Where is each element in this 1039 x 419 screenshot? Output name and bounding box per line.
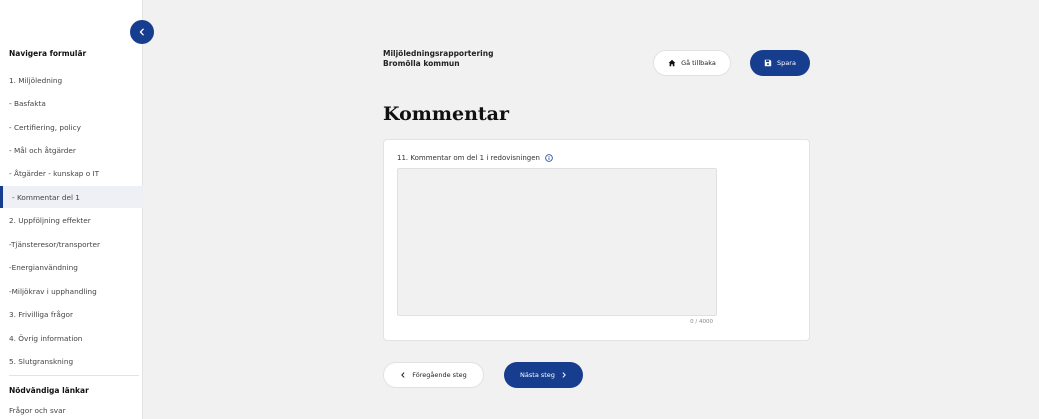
link-fragor-och-svar[interactable]: Frågor och svar — [0, 399, 143, 419]
character-counter: 0 / 4000 — [690, 319, 713, 325]
sidebar-item-uppfoljning[interactable]: 2. Uppföljning effekter — [0, 209, 143, 231]
next-step-label: Nästa steg — [520, 371, 555, 379]
comment-card: 11. Kommentar om del 1 i redovisningen 0… — [383, 139, 810, 341]
sidebar-heading: Navigera formulär — [9, 49, 87, 58]
chevron-right-icon — [562, 372, 566, 378]
chevron-left-icon — [401, 372, 405, 378]
sidebar-item-atgarder-kunskap[interactable]: - Åtgärder - kunskap o IT — [0, 162, 143, 184]
sidebar-divider — [9, 375, 139, 376]
sidebar-item-energianvandning[interactable]: -Energianvändning — [0, 256, 143, 278]
organization-name: Bromölla kommun — [383, 59, 460, 68]
sidebar-item-label: -Miljökrav i upphandling — [9, 286, 97, 296]
sidebar-item-mal-och-atgarder[interactable]: - Mål och åtgärder — [0, 139, 143, 161]
sidebar-item-label: - Åtgärder - kunskap o IT — [9, 168, 100, 178]
form-name: Miljöledningsrapportering — [383, 49, 494, 58]
sidebar-item-label: - Mål och åtgärder — [9, 145, 76, 155]
previous-step-label: Föregående steg — [412, 371, 467, 379]
sidebar-item-label: 3. Frivilliga frågor — [9, 309, 73, 319]
sidebar-item-frivilliga-fragor[interactable]: 3. Frivilliga frågor — [0, 303, 143, 325]
sidebar-item-basfakta[interactable]: - Basfakta — [0, 92, 143, 114]
sidebar-item-label: -Tjänsteresor/transporter — [9, 239, 100, 249]
save-icon — [764, 59, 772, 67]
next-step-button[interactable]: Nästa steg — [504, 362, 583, 388]
comment-textarea[interactable] — [397, 168, 717, 316]
go-back-button[interactable]: Gå tillbaka — [653, 50, 731, 76]
previous-step-button[interactable]: Föregående steg — [383, 362, 484, 388]
sidebar-item-ovrig-information[interactable]: 4. Övrig information — [0, 327, 143, 349]
sidebar-item-label: 2. Uppföljning effekter — [9, 215, 91, 225]
comment-field-label: 11. Kommentar om del 1 i redovisningen — [397, 154, 553, 162]
chevron-left-icon — [139, 28, 144, 36]
sidebar-item-slutgranskning[interactable]: 5. Slutgranskning — [0, 350, 143, 372]
sidebar-item-label: - Certifiering, policy — [9, 122, 81, 132]
comment-field-label-text: 11. Kommentar om del 1 i redovisningen — [397, 154, 540, 162]
form-header: Miljöledningsrapportering Bromölla kommu… — [383, 49, 493, 69]
go-back-label: Gå tillbaka — [681, 59, 716, 67]
sidebar-item-certifiering[interactable]: - Certifiering, policy — [0, 116, 143, 138]
page-title: Kommentar — [383, 103, 509, 125]
sidebar-item-label: -Energianvändning — [9, 262, 78, 272]
link-label: Frågor och svar — [9, 405, 66, 415]
sidebar-item-label: 1. Miljöledning — [9, 75, 63, 85]
save-label: Spara — [777, 59, 796, 67]
sidebar-item-kommentar-del-1[interactable]: - Kommentar del 1 — [0, 186, 143, 208]
sidebar: Navigera formulär 1. Miljöledning - Basf… — [0, 0, 143, 419]
sidebar-item-label: - Basfakta — [9, 98, 46, 108]
sidebar-item-label: 4. Övrig information — [9, 333, 83, 343]
save-button[interactable]: Spara — [750, 50, 810, 76]
sidebar-collapse-button[interactable] — [130, 20, 154, 44]
links-heading: Nödvändiga länkar — [9, 386, 89, 395]
sidebar-item-label: 5. Slutgranskning — [9, 356, 74, 366]
info-icon[interactable] — [545, 154, 553, 162]
home-icon — [668, 59, 676, 67]
sidebar-item-miljoledning[interactable]: 1. Miljöledning — [0, 69, 143, 91]
sidebar-item-tjansteresor[interactable]: -Tjänsteresor/transporter — [0, 233, 143, 255]
sidebar-item-label: - Kommentar del 1 — [12, 192, 80, 202]
sidebar-item-miljokrav[interactable]: -Miljökrav i upphandling — [0, 280, 143, 302]
